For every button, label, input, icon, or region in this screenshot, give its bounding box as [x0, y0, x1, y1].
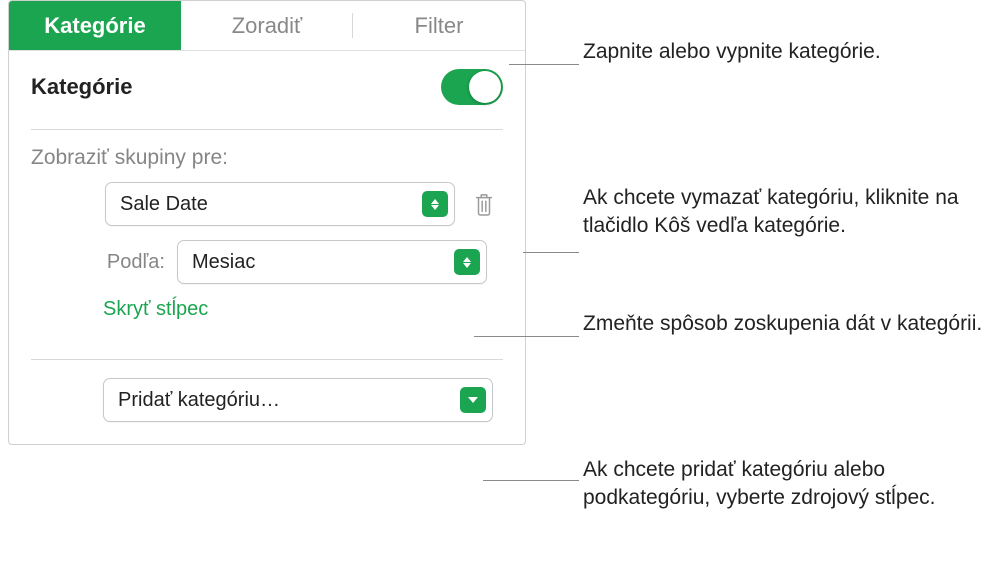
add-category-value: Pridať kategóriu…	[118, 389, 460, 412]
delete-category-button[interactable]	[469, 191, 499, 217]
chevron-down-icon	[460, 387, 486, 413]
add-category-select[interactable]: Pridať kategóriu…	[103, 378, 493, 422]
grouping-select[interactable]: Mesiac	[177, 240, 487, 284]
section-title: Kategórie	[31, 74, 132, 100]
group-section: Zobraziť skupiny pre: Sale Date Podľa: M…	[9, 130, 525, 345]
add-row: Pridať kategóriu…	[31, 378, 503, 422]
tab-bar: Kategórie Zoradiť Filter	[9, 1, 525, 51]
add-section: Pridať kategóriu…	[9, 360, 525, 444]
callout-text: Ak chcete pridať kategóriu alebo podkate…	[583, 456, 987, 513]
column-select[interactable]: Sale Date	[105, 182, 455, 226]
toggle-knob	[469, 71, 501, 103]
updown-icon	[454, 249, 480, 275]
updown-icon	[422, 191, 448, 217]
categories-toggle[interactable]	[441, 69, 503, 105]
callout-toggle: Zapnite alebo vypnite kategórie.	[583, 38, 881, 66]
tab-categories[interactable]: Kategórie	[9, 1, 181, 50]
by-label: Podľa:	[103, 251, 165, 274]
tab-filter[interactable]: Filter	[353, 1, 525, 50]
callout-add: Ak chcete pridať kategóriu alebo podkate…	[583, 456, 987, 513]
callout-trash: Ak chcete vymazať kategóriu, kliknite na…	[583, 184, 987, 241]
callout-text: Zapnite alebo vypnite kategórie.	[583, 38, 881, 66]
trash-icon	[473, 191, 495, 217]
callout-grouping: Zmeňte spôsob zoskupenia dát v kategórii…	[583, 310, 982, 338]
by-row: Podľa: Mesiac	[31, 240, 503, 284]
column-select-row: Sale Date	[31, 182, 503, 226]
tab-sort[interactable]: Zoradiť	[181, 1, 353, 50]
callout-text: Zmeňte spôsob zoskupenia dát v kategórii…	[583, 310, 982, 338]
categories-panel: Kategórie Zoradiť Filter Kategórie Zobra…	[8, 0, 526, 445]
callout-text: Ak chcete vymazať kategóriu, kliknite na…	[583, 184, 987, 241]
header-section: Kategórie	[9, 51, 525, 115]
grouping-select-value: Mesiac	[192, 251, 454, 274]
column-select-value: Sale Date	[120, 193, 422, 216]
hide-column-link[interactable]: Skryť stĺpec	[31, 298, 503, 321]
show-groups-for-label: Zobraziť skupiny pre:	[31, 146, 503, 170]
